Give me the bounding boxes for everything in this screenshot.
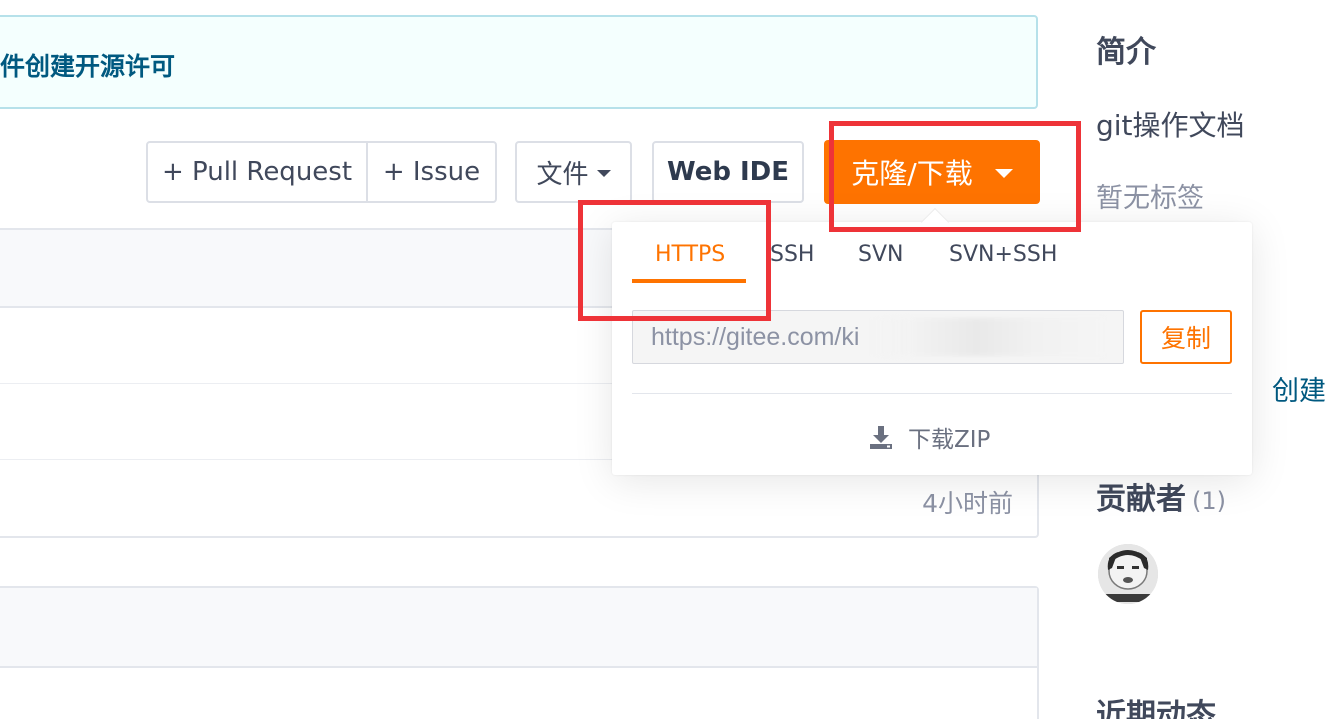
notice-text: 件创建开源许可 bbox=[0, 52, 176, 81]
caret-down-icon bbox=[596, 169, 611, 177]
issue-button[interactable]: + Issue bbox=[366, 141, 497, 203]
tab-svn[interactable]: SVN bbox=[858, 242, 903, 267]
contributors-title-text: 贡献者 bbox=[1096, 482, 1186, 517]
download-zip-label: 下载ZIP bbox=[908, 427, 991, 453]
repo-description: git操作文档 bbox=[1096, 109, 1245, 142]
pull-request-button[interactable]: + Pull Request bbox=[146, 141, 368, 203]
contributors-title: 贡献者 (1) bbox=[1096, 474, 1226, 518]
file-button-label: 文件 bbox=[536, 159, 589, 190]
recent-activity-title: 近期动态 bbox=[1096, 698, 1216, 719]
tags-empty-text: 暂无标签 bbox=[1096, 183, 1204, 214]
create-link[interactable]: 创建 bbox=[1272, 369, 1326, 408]
download-icon bbox=[870, 426, 892, 449]
redacted-url-mask bbox=[872, 318, 1104, 356]
tab-svn-ssh[interactable]: SVN+SSH bbox=[949, 242, 1057, 267]
contributor-avatar[interactable] bbox=[1098, 544, 1158, 604]
last-updated-time: 4小时前 bbox=[922, 489, 1013, 518]
tab-ssh[interactable]: SSH bbox=[770, 242, 814, 267]
readme-header bbox=[0, 588, 1037, 668]
copy-button[interactable]: 复制 bbox=[1140, 310, 1232, 364]
contributors-count: (1) bbox=[1192, 487, 1226, 515]
download-zip-button[interactable]: 下载ZIP bbox=[868, 420, 990, 454]
file-dropdown-button[interactable]: 文件 bbox=[515, 141, 632, 203]
web-ide-button[interactable]: Web IDE bbox=[652, 141, 804, 203]
readme-panel bbox=[0, 586, 1039, 719]
highlight-box-https bbox=[578, 200, 771, 321]
avatar-face-icon bbox=[1098, 544, 1158, 604]
highlight-box-clone bbox=[829, 121, 1081, 232]
intro-title: 简介 bbox=[1096, 35, 1156, 70]
notice-banner: 件创建开源许可 bbox=[0, 15, 1038, 109]
popup-divider bbox=[632, 393, 1232, 394]
